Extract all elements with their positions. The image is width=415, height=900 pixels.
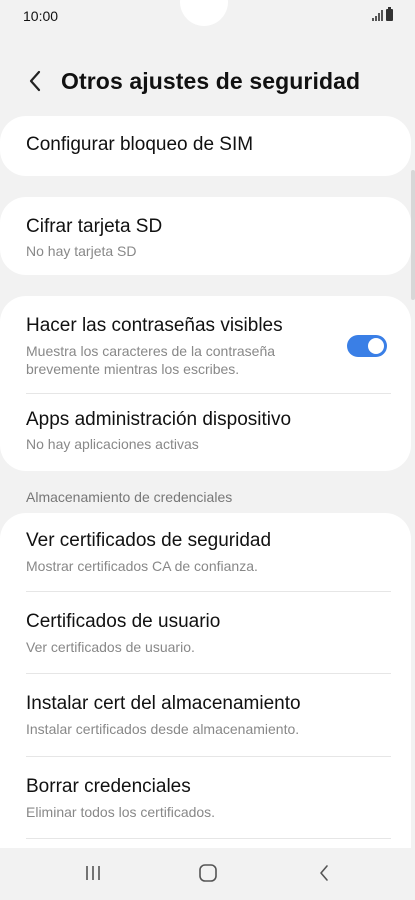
recent-apps-icon: [86, 866, 100, 880]
setting-view-security-certs[interactable]: Ver certificados de seguridad Mostrar ce…: [0, 513, 411, 591]
setting-title: Certificados de usuario: [26, 611, 221, 632]
camera-notch: [180, 0, 228, 26]
setting-title: Ver certificados de seguridad: [26, 530, 272, 551]
setting-sim-lock[interactable]: Configurar bloqueo de SIM: [0, 116, 411, 176]
setting-device-admin-subtitle: No hay aplicaciones activas: [26, 436, 199, 452]
back-button[interactable]: [20, 66, 50, 96]
battery-icon: [386, 7, 393, 21]
signal-icon: [372, 9, 383, 21]
status-time: 10:00: [23, 8, 59, 24]
setting-device-admin-title: Apps administración dispositivo: [26, 409, 292, 430]
setting-passwords-visible-subtitle: Muestra los caracteres de la contraseña …: [26, 343, 276, 377]
card-passwords-admin: Hacer las contraseñas visibles Muestra l…: [0, 296, 411, 471]
back-icon: [320, 865, 328, 881]
setting-encrypt-sd-subtitle: No hay tarjeta SD: [26, 243, 137, 259]
section-header-credentials: Almacenamiento de credenciales: [26, 489, 233, 505]
scrollbar[interactable]: [411, 170, 415, 300]
status-bar: 10:00: [0, 0, 415, 32]
setting-user-certs[interactable]: Certificados de usuario Ver certificados…: [0, 592, 411, 674]
nav-back-button[interactable]: [309, 860, 339, 886]
toggle-knob: [368, 338, 384, 354]
setting-subtitle: Mostrar certificados CA de confianza.: [26, 558, 258, 574]
setting-passwords-visible-title: Hacer las contraseñas visibles: [26, 315, 283, 336]
navigation-bar: [0, 848, 415, 900]
setting-clear-credentials[interactable]: Borrar credenciales Eliminar todos los c…: [0, 757, 411, 839]
status-icons: [372, 7, 393, 21]
setting-encrypt-sd-title: Cifrar tarjeta SD: [26, 216, 163, 237]
recent-apps-button[interactable]: [78, 860, 108, 886]
card-encrypt-sd: Cifrar tarjeta SD No hay tarjeta SD: [0, 197, 411, 275]
card-credentials: Ver certificados de seguridad Mostrar ce…: [0, 513, 411, 848]
home-button[interactable]: [193, 860, 223, 886]
setting-subtitle: Eliminar todos los certificados.: [26, 804, 216, 820]
setting-encrypt-sd[interactable]: Cifrar tarjeta SD No hay tarjeta SD: [0, 197, 411, 275]
divider: [26, 838, 391, 839]
setting-subtitle: Ver certificados de usuario.: [26, 639, 195, 655]
setting-install-cert-storage[interactable]: Instalar cert del almacenamiento Instala…: [0, 674, 411, 756]
passwords-visible-toggle[interactable]: [347, 335, 387, 357]
setting-title: Instalar cert del almacenamiento: [26, 693, 301, 714]
header: Otros ajustes de seguridad: [0, 58, 415, 106]
setting-title: Borrar credenciales: [26, 776, 191, 797]
setting-passwords-visible[interactable]: Hacer las contraseñas visibles Muestra l…: [0, 296, 411, 393]
home-icon: [199, 864, 217, 882]
chevron-left-icon: [29, 70, 41, 92]
page-title: Otros ajustes de seguridad: [61, 68, 361, 94]
setting-device-admin[interactable]: Apps administración dispositivo No hay a…: [0, 394, 411, 471]
setting-sim-lock-title: Configurar bloqueo de SIM: [26, 134, 254, 155]
setting-subtitle: Instalar certificados desde almacenamien…: [26, 721, 300, 737]
card-sim-lock: Configurar bloqueo de SIM: [0, 116, 411, 176]
